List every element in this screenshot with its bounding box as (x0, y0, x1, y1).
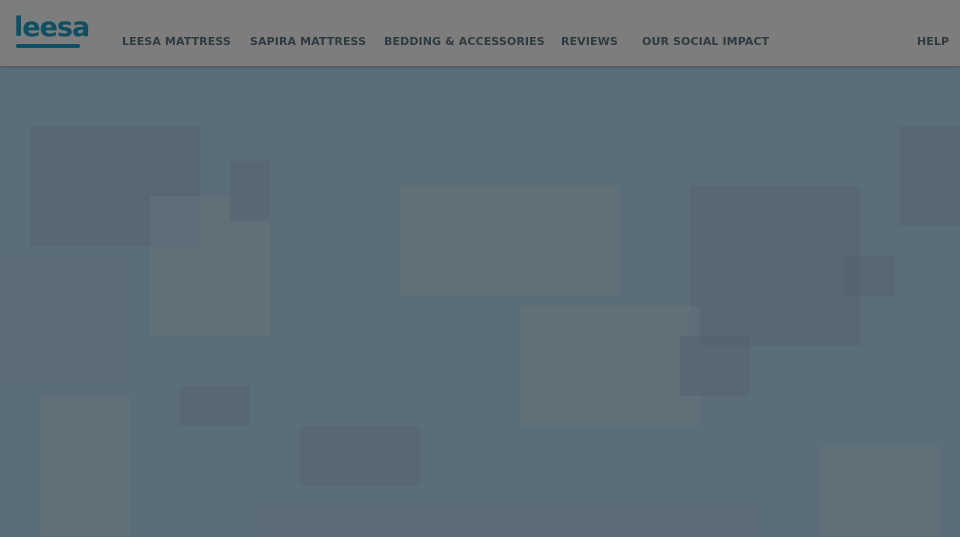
leesa-logo[interactable]: leesa (14, 13, 90, 51)
modal-dim-overlay[interactable] (0, 66, 960, 537)
logo-underline (16, 44, 80, 48)
nav-our-social-impact[interactable]: OUR SOCIAL IMPACT (642, 0, 769, 66)
logo-wordmark: leesa (14, 12, 90, 43)
nav-bedding-accessories[interactable]: BEDDING & ACCESSORIES (384, 0, 545, 66)
page: leesa LEESA MATTRESS SAPIRA MATTRESS BED… (0, 0, 960, 537)
nav-sapira-mattress[interactable]: SAPIRA MATTRESS (250, 0, 366, 66)
nav-reviews[interactable]: REVIEWS (561, 0, 618, 66)
nav-leesa-mattress[interactable]: LEESA MATTRESS (122, 0, 231, 66)
nav-help[interactable]: HELP (917, 0, 949, 66)
site-header: leesa LEESA MATTRESS SAPIRA MATTRESS BED… (0, 0, 960, 66)
